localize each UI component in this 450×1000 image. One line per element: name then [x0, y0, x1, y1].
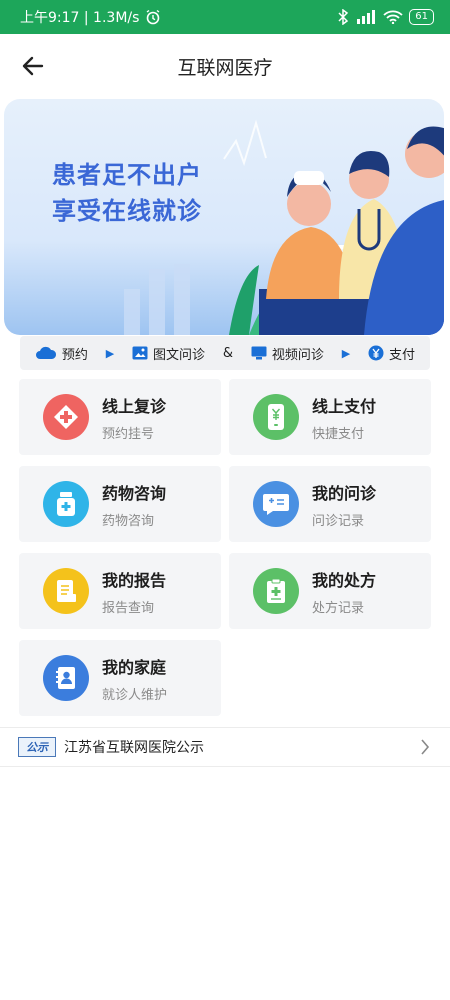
card-title: 我的问诊: [312, 483, 377, 503]
card-subtitle: 报告查询: [102, 600, 155, 616]
card-title: 我的处方: [312, 570, 377, 590]
step-image-consult: 图文问诊: [132, 344, 205, 363]
banner-headline: 患者足不出户 享受在线就诊: [52, 157, 202, 229]
image-icon: [132, 346, 148, 360]
status-right: 61: [337, 9, 434, 25]
card-title: 线上复诊: [102, 396, 167, 416]
notice-text: 江苏省互联网医院公示: [64, 740, 204, 756]
card-my-prescriptions[interactable]: 我的处方 处方记录: [229, 553, 431, 629]
status-left: 上午9:17 | 1.3M/s: [20, 7, 161, 27]
page-title: 互联网医疗: [177, 56, 273, 79]
monitor-icon: [251, 346, 267, 360]
card-my-reports[interactable]: 我的报告 报告查询: [19, 553, 221, 629]
family-contact-icon: [43, 655, 89, 701]
nav-bar: 互联网医疗: [0, 34, 450, 98]
notice-badge: 公示: [18, 737, 56, 757]
card-subtitle: 快捷支付: [312, 426, 365, 442]
report-icon: [43, 568, 89, 614]
prescription-icon: [253, 568, 299, 614]
medical-cross-icon: [43, 394, 89, 440]
bluetooth-icon: [338, 9, 349, 25]
step-payment: 支付: [368, 344, 415, 363]
card-subtitle: 处方记录: [312, 600, 365, 616]
step-arrow-icon: ▶: [341, 346, 351, 360]
card-subtitle: 问诊记录: [312, 513, 365, 529]
card-online-payment[interactable]: 线上支付 快捷支付: [229, 379, 431, 455]
signal-icon: [357, 10, 376, 24]
chevron-right-icon: [421, 739, 430, 755]
card-title: 我的家庭: [102, 657, 167, 677]
card-subtitle: 就诊人维护: [102, 687, 168, 703]
hospital-notice-row[interactable]: 公示 江苏省互联网医院公示: [0, 727, 450, 767]
step-label: 图文问诊: [153, 347, 206, 363]
card-title: 我的报告: [102, 570, 167, 590]
card-online-revisit[interactable]: 线上复诊 预约挂号: [19, 379, 221, 455]
banner-line-1: 患者足不出户: [52, 161, 202, 189]
card-medicine-consult[interactable]: 药物咨询 药物咨询: [19, 466, 221, 542]
arrow-left-icon: [22, 56, 44, 76]
card-my-family[interactable]: 我的家庭 就诊人维护: [19, 640, 221, 716]
step-video-consult: 视频问诊: [251, 344, 324, 363]
step-separator: &: [222, 345, 234, 361]
process-steps: 预约 ▶ 图文问诊 & 视频问诊 ▶ 支付: [20, 336, 430, 370]
payment-phone-icon: [253, 394, 299, 440]
medicine-bottle-icon: [43, 481, 89, 527]
card-my-consultations[interactable]: 我的问诊 问诊记录: [229, 466, 431, 542]
status-bar: 上午9:17 | 1.3M/s 61: [0, 0, 450, 34]
battery-indicator: 61: [409, 9, 434, 25]
card-subtitle: 药物咨询: [102, 513, 155, 529]
cloud-icon: [35, 346, 56, 359]
alarm-icon: [147, 9, 160, 25]
banner-line-2: 享受在线就诊: [52, 197, 202, 225]
promo-banner[interactable]: 患者足不出户 享受在线就诊: [4, 99, 444, 335]
wifi-icon: [383, 10, 403, 24]
card-title: 药物咨询: [102, 483, 167, 503]
back-button[interactable]: [18, 51, 48, 81]
step-label: 视频问诊: [271, 347, 324, 363]
card-title: 线上支付: [312, 396, 377, 416]
step-arrow-icon: ▶: [105, 346, 115, 360]
step-label: 预约: [61, 347, 88, 363]
step-label: 支付: [389, 347, 416, 363]
status-time-speed: 上午9:17 | 1.3M/s: [20, 10, 140, 26]
step-appointment: 预约: [35, 344, 88, 363]
card-subtitle: 预约挂号: [102, 426, 155, 442]
chat-icon: [253, 481, 299, 527]
yen-icon: [368, 345, 384, 361]
